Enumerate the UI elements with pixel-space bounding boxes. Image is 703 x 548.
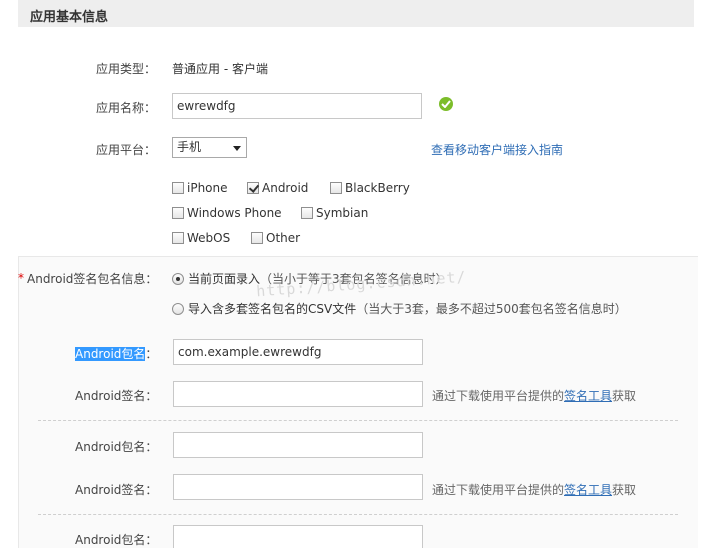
app-name-input[interactable]: ewrewdfg — [172, 93, 422, 119]
app-name-label: 应用名称： — [96, 101, 157, 115]
hint-text: 通过下载使用平台提供的 — [432, 483, 565, 497]
radio-csv-import[interactable]: 导入含多套签名包名的CSV文件 （当大于3套，最多不超过500套包名签名信息时） — [172, 300, 627, 317]
package-input-2[interactable] — [173, 432, 423, 458]
radio-page-main: 当前页面录入 — [188, 272, 261, 286]
mobile-guide-link[interactable]: 查看移动客户端接入指南 — [431, 141, 563, 158]
radio-csv-main: 导入含多套签名包名的CSV文件 — [188, 302, 357, 316]
radio-page-note: （当小于等于3套包名签名信息时） — [260, 272, 448, 286]
app-type-value: 普通应用 - 客户端 — [172, 62, 268, 76]
checkbox-webos[interactable]: WebOS — [172, 231, 230, 245]
app-type-label: 应用类型： — [96, 62, 157, 76]
section-title: 应用基本信息 — [30, 10, 109, 25]
package-input-1[interactable]: com.example.ewrewdfg — [173, 339, 423, 365]
radio-dot[interactable] — [172, 302, 184, 315]
signature-label-2: Android签名： — [75, 483, 158, 497]
package-label-3: Android包名： — [75, 533, 158, 547]
radio-page-entry[interactable]: 当前页面录入 （当小于等于3套包名签名信息时） — [172, 270, 448, 287]
valid-check-icon — [439, 97, 453, 111]
checkbox-label: Android — [262, 181, 309, 195]
section-header: 应用基本信息 — [18, 0, 694, 27]
checkbox-blackberry[interactable]: BlackBerry — [330, 181, 410, 195]
platform-label: 应用平台： — [96, 143, 157, 157]
hint-text: 获取 — [612, 483, 637, 497]
package-label-colon: ： — [145, 347, 158, 361]
checkbox-box[interactable] — [172, 232, 184, 244]
checkbox-label: iPhone — [187, 181, 228, 195]
hint-text: 通过下载使用平台提供的 — [432, 389, 565, 403]
checkbox-box[interactable] — [172, 207, 184, 219]
checkbox-iphone[interactable]: iPhone — [172, 181, 228, 195]
hint-text: 获取 — [612, 389, 637, 403]
checkbox-box[interactable] — [330, 182, 342, 194]
checkbox-windows-phone[interactable]: Windows Phone — [172, 206, 282, 220]
required-mark: * — [18, 271, 24, 285]
divider — [38, 514, 678, 515]
divider — [38, 420, 678, 421]
checkbox-box[interactable] — [172, 182, 184, 194]
checkbox-label: WebOS — [187, 231, 231, 245]
checkbox-label: Windows Phone — [187, 206, 282, 220]
android-sign-label: Android签名包名信息： — [27, 272, 158, 286]
signature-tool-link[interactable]: 签名工具 — [564, 483, 612, 497]
checkbox-box[interactable] — [301, 207, 313, 219]
package-input-3[interactable] — [173, 525, 423, 548]
signature-input-1[interactable] — [173, 381, 423, 407]
platform-select-value: 手机 — [177, 140, 202, 154]
checkbox-box[interactable] — [251, 232, 263, 244]
package-label-highlight: Android包名 — [75, 347, 146, 361]
checkbox-android[interactable]: Android — [247, 181, 308, 195]
signature-label-1: Android签名： — [75, 389, 158, 403]
checkbox-label: Symbian — [316, 206, 369, 220]
signature-input-2[interactable] — [173, 474, 423, 500]
checkbox-box[interactable] — [247, 182, 259, 194]
radio-csv-note: （当大于3套，最多不超过500套包名签名信息时） — [356, 302, 627, 316]
checkbox-label: Other — [266, 231, 301, 245]
checkbox-label: BlackBerry — [345, 181, 410, 195]
checkbox-other[interactable]: Other — [251, 231, 300, 245]
signature-hint-1: 通过下载使用平台提供的签名工具获取 — [432, 387, 636, 404]
chevron-down-icon — [233, 146, 241, 151]
platform-select[interactable]: 手机 — [172, 137, 247, 158]
package-label-2: Android包名： — [75, 440, 158, 454]
radio-dot[interactable] — [172, 272, 184, 285]
package-label-1: Android包名： — [75, 345, 157, 362]
checkbox-symbian[interactable]: Symbian — [301, 206, 368, 220]
signature-tool-link[interactable]: 签名工具 — [564, 389, 612, 403]
signature-hint-2: 通过下载使用平台提供的签名工具获取 — [432, 481, 636, 498]
